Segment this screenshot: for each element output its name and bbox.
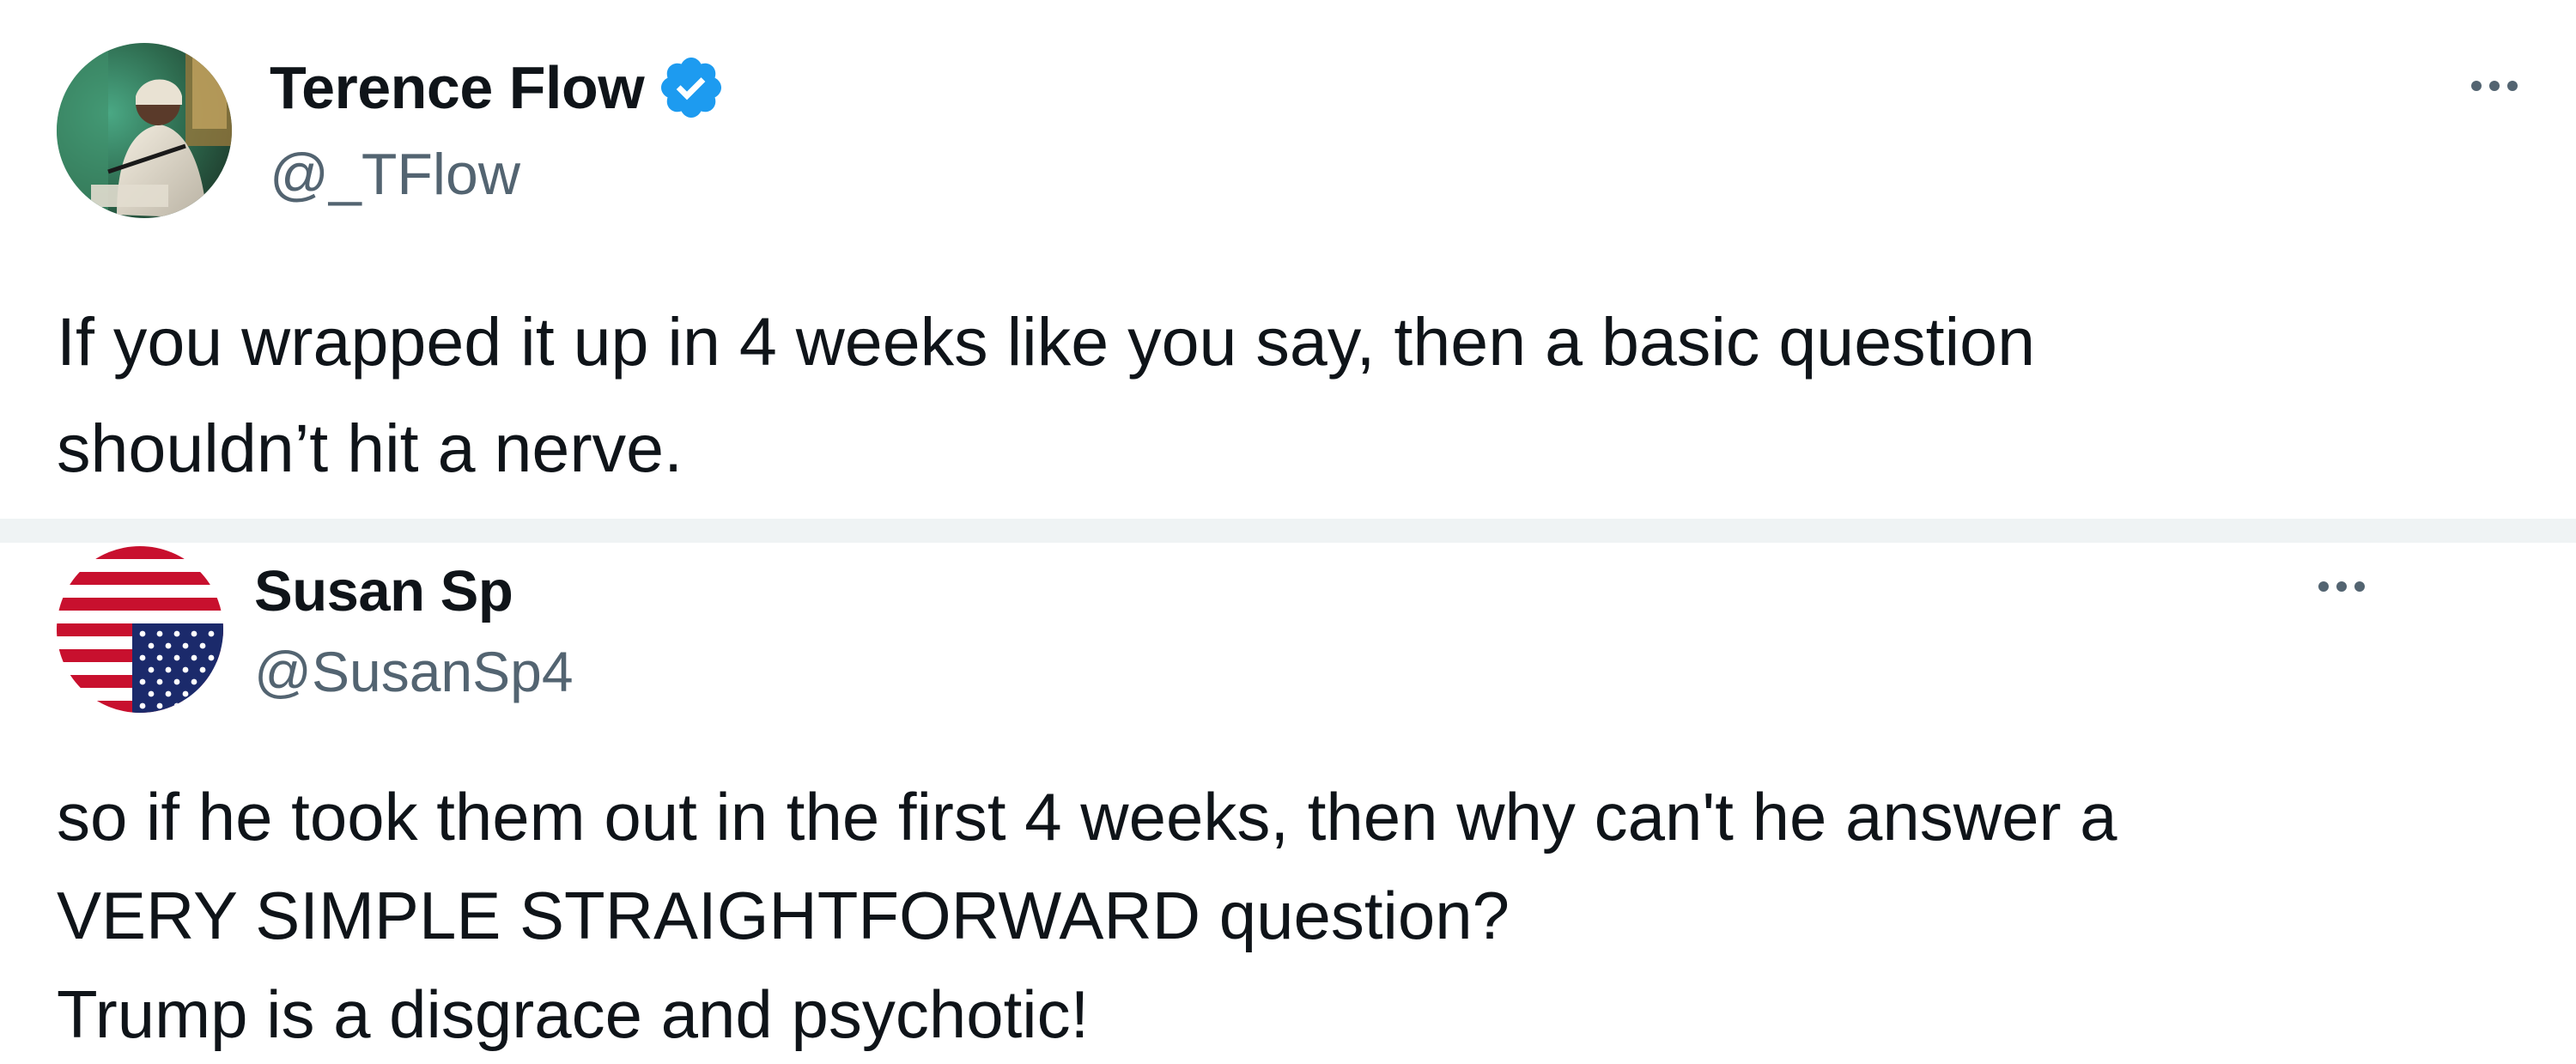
tweet[interactable]: Susan Sp @SusanSp4 so if he took them ou… [0, 543, 2576, 1061]
verified-badge-icon [656, 52, 726, 123]
more-options-icon[interactable] [2318, 581, 2365, 592]
tweet-text-line: If you wrapped it up in 4 weeks like you… [57, 303, 2036, 380]
tweet-divider [0, 519, 2576, 543]
more-options-icon[interactable] [2471, 81, 2518, 91]
avatar[interactable] [57, 546, 223, 713]
author-name-row[interactable]: Susan Sp [254, 555, 513, 627]
upside-down-us-flag-icon [57, 546, 223, 713]
tweet-text-line: shouldn’t hit a nerve. [57, 410, 683, 486]
user-handle[interactable]: @SusanSp4 [254, 639, 574, 704]
tweet-text: If you wrapped it up in 4 weeks like you… [57, 289, 2035, 502]
avatar[interactable] [57, 43, 232, 218]
tweet-text-line: so if he took them out in the first 4 we… [57, 779, 2117, 854]
author-name-row[interactable]: Terence Flow [270, 50, 726, 125]
user-handle[interactable]: @_TFlow [270, 141, 520, 208]
profile-photo-icon [57, 43, 232, 218]
display-name[interactable]: Susan Sp [254, 558, 513, 624]
tweet-text: so if he took them out in the first 4 we… [57, 768, 2117, 1064]
display-name[interactable]: Terence Flow [270, 53, 645, 122]
tweet[interactable]: Terence Flow @_TFlow If you wrapped it u… [0, 0, 2576, 519]
tweet-text-line: Trump is a disgrace and psychotic! [57, 976, 1090, 1052]
tweet-text-line: VERY SIMPLE STRAIGHTFORWARD question? [57, 878, 1510, 953]
